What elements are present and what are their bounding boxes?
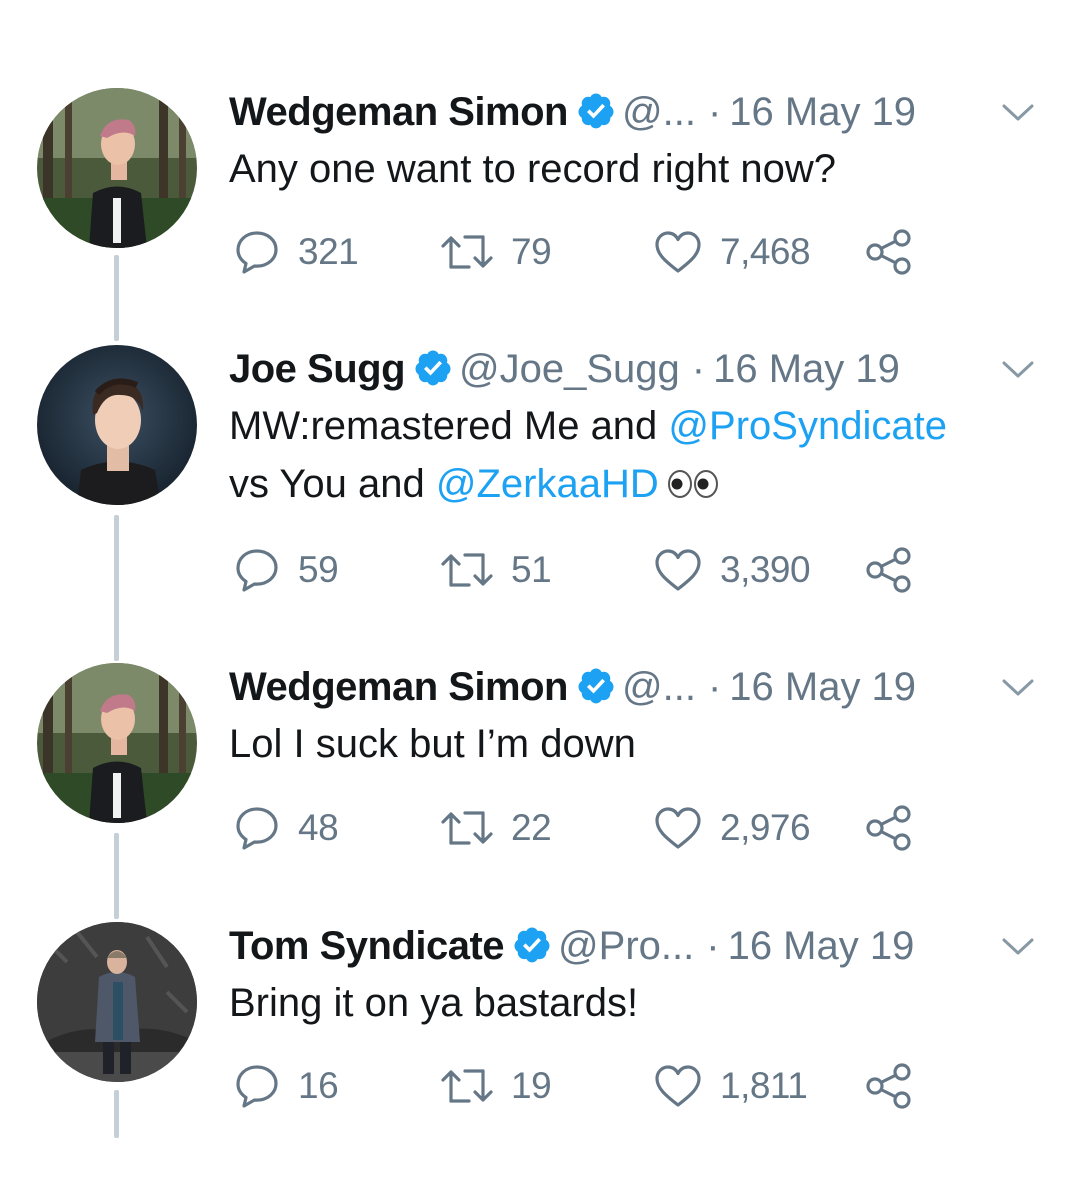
reply-count: 48 <box>298 807 339 848</box>
tom-avatar[interactable] <box>37 922 197 1082</box>
user-handle[interactable]: @Joe_Sugg <box>459 347 680 391</box>
tweet-text: MW:remastered Me and @ProSyndicate vs You… <box>229 397 1049 513</box>
reply-button[interactable]: 16 <box>234 1061 339 1111</box>
tweet-thread: Wedgeman Simon @... · 16 May 19 Any one wan… <box>0 0 1076 1200</box>
chevron-down-icon[interactable] <box>1001 102 1035 124</box>
chevron-down-icon[interactable] <box>1001 936 1035 958</box>
tweet-actions: 48 22 2,976 <box>229 803 949 853</box>
share-icon <box>866 547 911 593</box>
reply-icon <box>236 549 278 592</box>
like-count: 2,976 <box>720 807 811 848</box>
tweet-header: Tom Syndicate @Pro... · 16 May 19 <box>229 922 1049 970</box>
user-handle[interactable]: @... <box>622 665 696 709</box>
verified-badge-icon <box>578 668 614 704</box>
heart-icon <box>655 549 701 591</box>
share-button[interactable] <box>865 227 913 277</box>
share-button[interactable] <box>865 803 913 853</box>
mention-link[interactable]: @ZerkaaHD <box>436 462 659 506</box>
tweet-date[interactable]: 16 May 19 <box>728 924 915 968</box>
heart-icon <box>655 807 701 849</box>
retweet-button[interactable]: 19 <box>441 1061 552 1111</box>
chevron-down-icon[interactable] <box>1001 677 1035 699</box>
reply-icon <box>236 1065 278 1108</box>
tweet-text: Lol I suck but I’m down <box>229 715 1049 773</box>
tweet-header: Joe Sugg @Joe_Sugg · 16 May 19 <box>229 345 1049 393</box>
like-button[interactable]: 7,468 <box>654 227 811 277</box>
tweet-date[interactable]: 16 May 19 <box>729 665 916 709</box>
retweet-icon <box>441 811 493 845</box>
reply-count: 16 <box>298 1065 339 1106</box>
tweet-text: Bring it on ya bastards! <box>229 974 1049 1032</box>
tweet-actions: 59 51 3,390 <box>229 545 949 595</box>
simon-avatar[interactable] <box>37 663 197 823</box>
tweet-actions: 321 79 7,468 <box>229 227 949 277</box>
share-icon <box>866 805 911 851</box>
like-button[interactable]: 2,976 <box>654 803 811 853</box>
retweet-button[interactable]: 79 <box>441 227 552 277</box>
separator-dot: · <box>706 924 720 968</box>
separator-dot: · <box>707 665 722 709</box>
thread-line <box>114 515 119 661</box>
display-name[interactable]: Wedgeman Simon <box>229 90 568 134</box>
display-name[interactable]: Joe Sugg <box>229 347 406 391</box>
retweet-icon <box>441 1069 493 1103</box>
retweet-icon <box>441 553 493 587</box>
tweet-date[interactable]: 16 May 19 <box>713 347 900 391</box>
share-button[interactable] <box>865 545 913 595</box>
verified-badge-icon <box>578 93 614 129</box>
separator-dot: · <box>707 90 722 134</box>
tweet-header: Wedgeman Simon @... · 16 May 19 <box>229 663 1049 711</box>
tweet-header: Wedgeman Simon @... · 16 May 19 <box>229 88 1049 136</box>
like-count: 7,468 <box>720 231 811 272</box>
tweet-text-segment: Lol I suck but I’m down <box>229 722 636 766</box>
thread-line <box>114 833 119 919</box>
thread-line <box>114 255 119 341</box>
tweet-text-segment: vs You and <box>229 462 436 506</box>
joe-avatar[interactable] <box>37 345 197 505</box>
retweet-count: 19 <box>511 1065 552 1106</box>
simon-avatar[interactable] <box>37 88 197 248</box>
like-count: 3,390 <box>720 549 811 590</box>
like-count: 1,811 <box>720 1065 808 1106</box>
retweet-button[interactable]: 22 <box>441 803 552 853</box>
like-button[interactable]: 1,811 <box>654 1061 808 1111</box>
share-icon <box>866 229 911 275</box>
reply-button[interactable]: 48 <box>234 803 339 853</box>
tweet-actions: 16 19 1,811 <box>229 1061 949 1111</box>
heart-icon <box>655 231 701 273</box>
display-name[interactable]: Tom Syndicate <box>229 924 505 968</box>
share-button[interactable] <box>865 1061 913 1111</box>
retweet-count: 22 <box>511 807 552 848</box>
reply-button[interactable]: 59 <box>234 545 339 595</box>
tweet-date[interactable]: 16 May 19 <box>729 90 916 134</box>
reply-icon <box>236 807 278 850</box>
chevron-down-icon[interactable] <box>1001 359 1035 381</box>
verified-badge-icon <box>415 350 451 386</box>
retweet-icon <box>441 235 493 269</box>
reply-count: 59 <box>298 549 339 590</box>
reply-count: 321 <box>298 231 359 272</box>
share-icon <box>866 1063 911 1109</box>
thread-line <box>114 1090 119 1138</box>
eyes-emoji-icon <box>667 470 718 498</box>
separator-dot: · <box>691 347 706 391</box>
reply-icon <box>236 231 278 274</box>
user-handle[interactable]: @... <box>622 90 696 134</box>
mention-link[interactable]: @ProSyndicate <box>668 404 947 448</box>
verified-badge-icon <box>514 927 550 963</box>
retweet-count: 51 <box>511 549 552 590</box>
tweet-text-segment: Bring it on ya bastards! <box>229 981 639 1025</box>
display-name[interactable]: Wedgeman Simon <box>229 665 568 709</box>
like-button[interactable]: 3,390 <box>654 545 811 595</box>
reply-button[interactable]: 321 <box>234 227 359 277</box>
retweet-count: 79 <box>511 231 552 272</box>
tweet-text: Any one want to record right now? <box>229 140 1049 198</box>
retweet-button[interactable]: 51 <box>441 545 552 595</box>
tweet-text-segment: Any one want to record right now? <box>229 147 837 191</box>
user-handle[interactable]: @Pro... <box>558 924 694 968</box>
heart-icon <box>655 1065 701 1107</box>
tweet-text-segment: MW:remastered Me and <box>229 404 669 448</box>
